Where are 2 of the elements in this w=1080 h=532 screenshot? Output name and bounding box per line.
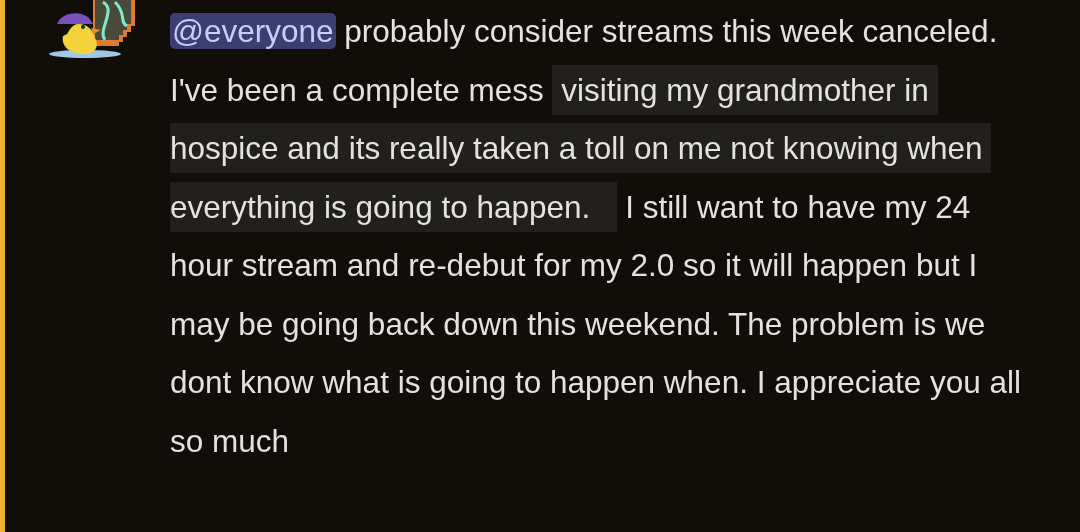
message-text: @everyone probably consider streams this week canceled. I've been a complete mess visiting my grandmother in hospice and its really taken a toll on me not knowing when everything is going to happen. I still want to have my 24 hour stream and re-debut for my 2.0 so it will happen but I may be going back down this weekend. The problem is we dont know what is going to happen when. I appreciate you all so much — [170, 12, 1023, 461]
mention-link[interactable]: @everyone — [170, 13, 336, 49]
